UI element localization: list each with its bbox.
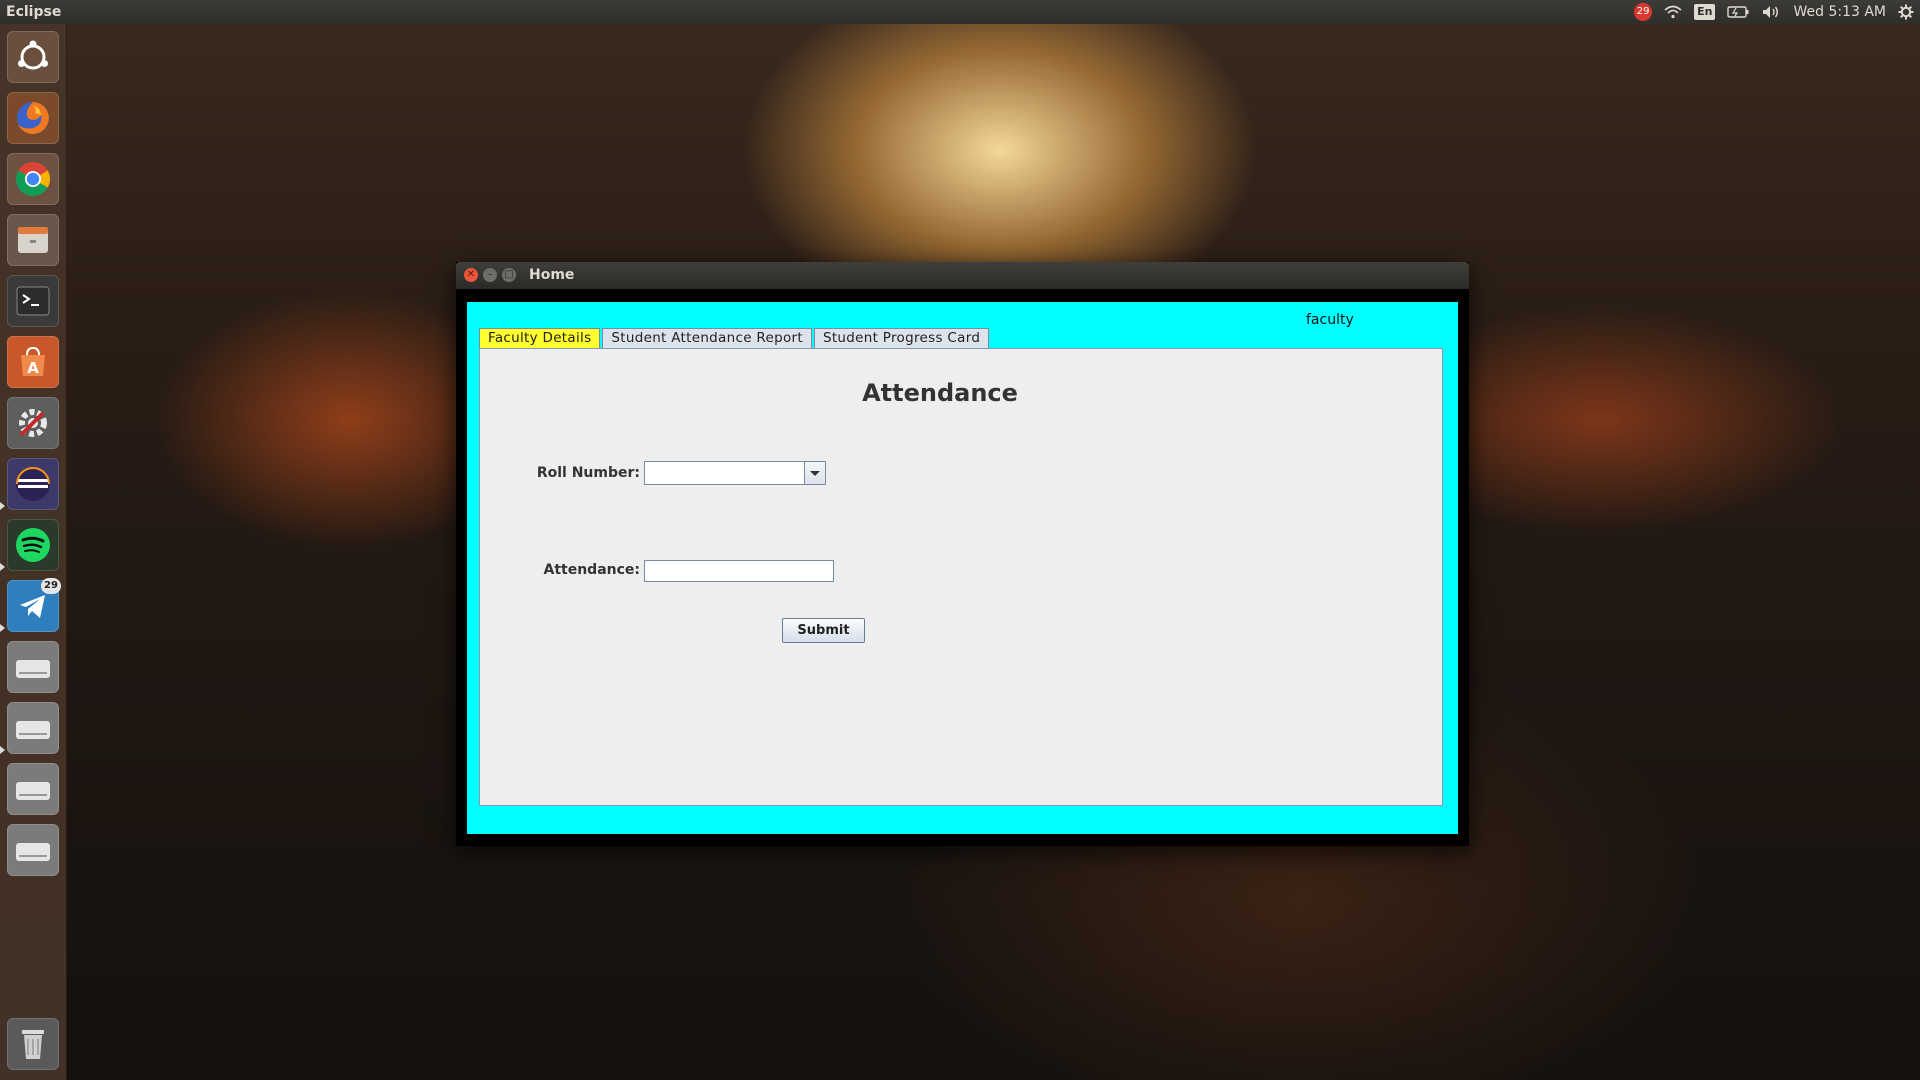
submit-button[interactable]: Submit xyxy=(782,618,865,643)
spotify-launcher[interactable] xyxy=(7,519,59,571)
firefox-icon xyxy=(17,102,49,134)
terminal-icon xyxy=(16,286,50,316)
close-icon[interactable]: ✕ xyxy=(464,268,478,282)
language-label: En xyxy=(1694,4,1716,20)
settings-icon xyxy=(19,409,47,437)
session-gear-icon[interactable] xyxy=(1898,0,1914,24)
launcher: A 29 xyxy=(0,24,67,1080)
home-window: ✕ – □ Home faculty Faculty Details Stude… xyxy=(456,262,1469,846)
tab-faculty-details[interactable]: Faculty Details xyxy=(479,328,601,348)
chrome-icon xyxy=(16,162,50,196)
volume-icon[interactable] xyxy=(1761,0,1781,24)
eclipse-icon xyxy=(16,467,50,501)
active-app-name: Eclipse xyxy=(6,4,62,20)
drive-icon xyxy=(16,843,50,861)
ubuntu-dash-button[interactable] xyxy=(7,31,59,83)
attendance-label: Attendance: xyxy=(543,562,640,578)
telegram-running-indicator xyxy=(0,624,5,632)
window-titlebar[interactable]: ✕ – □ Home xyxy=(456,262,1469,289)
wifi-icon[interactable] xyxy=(1664,0,1682,24)
system-settings-launcher[interactable] xyxy=(7,397,59,449)
eclipse-running-indicator xyxy=(0,502,5,510)
keyboard-layout-indicator[interactable]: En xyxy=(1694,0,1716,24)
ubuntu-logo-icon xyxy=(18,40,48,70)
trash-launcher[interactable] xyxy=(7,1018,59,1070)
firefox-launcher[interactable] xyxy=(7,92,59,144)
spotify-running-indicator xyxy=(0,563,5,571)
terminal-launcher[interactable] xyxy=(7,275,59,327)
software-center-launcher[interactable]: A xyxy=(7,336,59,388)
drive-icon xyxy=(16,721,50,739)
tab-bar: Faculty Details Student Attendance Repor… xyxy=(479,328,991,348)
notification-indicator[interactable]: 29 xyxy=(1634,0,1653,24)
clock-label: Wed 5:13 AM xyxy=(1793,4,1886,20)
telegram-unread-badge: 29 xyxy=(41,578,61,594)
software-center-icon: A xyxy=(21,346,45,377)
page-title: Attendance xyxy=(862,379,1018,407)
svg-text:A: A xyxy=(27,359,39,377)
user-role-label: faculty xyxy=(1306,312,1354,328)
eclipse-launcher[interactable] xyxy=(7,458,59,510)
drive-launcher-1[interactable] xyxy=(7,641,59,693)
drive-launcher-2[interactable] xyxy=(7,702,59,754)
spotify-icon xyxy=(16,528,50,562)
roll-number-select[interactable] xyxy=(644,461,826,485)
system-tray: 29 En Wed 5:13 AM xyxy=(1634,0,1914,24)
top-panel: Eclipse 29 En Wed 5:13 AM xyxy=(0,0,1920,24)
drive-icon xyxy=(16,660,50,678)
chrome-launcher[interactable] xyxy=(7,153,59,205)
attendance-input[interactable] xyxy=(644,560,834,582)
tab-student-progress-card[interactable]: Student Progress Card xyxy=(813,328,990,348)
clock[interactable]: Wed 5:13 AM xyxy=(1793,0,1886,24)
maximize-icon[interactable]: □ xyxy=(502,268,516,282)
files-launcher[interactable] xyxy=(7,214,59,266)
notification-count-badge: 29 xyxy=(1634,3,1653,21)
attendance-panel: Attendance Roll Number: Attendance: Subm… xyxy=(479,348,1443,806)
minimize-icon[interactable]: – xyxy=(483,268,497,282)
file-manager-icon xyxy=(18,227,48,253)
drive-running-indicator xyxy=(0,746,5,754)
drive-launcher-3[interactable] xyxy=(7,763,59,815)
content-area: faculty Faculty Details Student Attendan… xyxy=(467,302,1458,834)
chevron-down-icon[interactable] xyxy=(804,462,825,484)
drive-launcher-4[interactable] xyxy=(7,824,59,876)
window-title: Home xyxy=(529,267,575,283)
trash-icon xyxy=(22,1030,44,1059)
telegram-launcher[interactable]: 29 xyxy=(7,578,61,632)
tab-student-attendance-report[interactable]: Student Attendance Report xyxy=(602,328,812,348)
battery-icon[interactable] xyxy=(1727,0,1749,24)
roll-number-label: Roll Number: xyxy=(536,465,640,481)
drive-icon xyxy=(16,782,50,800)
